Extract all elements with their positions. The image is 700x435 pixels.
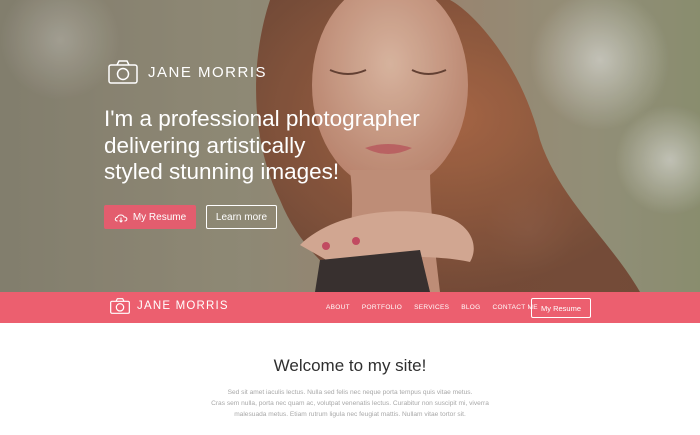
navigation-bar: JANE MORRIS ABOUT PORTFOLIO SERVICES BLO…: [0, 292, 700, 323]
nav-links: ABOUT PORTFOLIO SERVICES BLOG CONTACT ME: [326, 292, 550, 323]
learn-more-button[interactable]: Learn more: [206, 205, 277, 229]
camera-icon: [110, 298, 130, 314]
intro-paragraph: Sed sit amet iaculis lectus. Nulla sed f…: [190, 387, 510, 420]
welcome-title: Welcome to my site!: [273, 356, 427, 375]
headline-line: I'm a professional photographer: [104, 106, 420, 131]
hero-brand[interactable]: JANE MORRIS: [108, 60, 267, 84]
my-resume-label: My Resume: [132, 211, 187, 223]
nav-link-blog[interactable]: BLOG: [461, 304, 480, 311]
camera-icon: [108, 60, 138, 84]
headline-line: delivering artistically: [104, 132, 306, 158]
hero-headline: I'm a professional photographer deliveri…: [104, 106, 444, 186]
hero-brand-name: JANE MORRIS: [148, 63, 268, 81]
intro-line: Sed sit amet iaculis lectus. Nulla sed f…: [227, 389, 473, 396]
nav-link-services[interactable]: SERVICES: [414, 304, 449, 311]
headline-line: styled stunning images!: [104, 159, 340, 184]
nav-link-portfolio[interactable]: PORTFOLIO: [362, 304, 402, 311]
intro-line: malesuada metus. Etiam rutrum ligula nec…: [234, 411, 466, 418]
nav-brand[interactable]: JANE MORRIS: [110, 298, 229, 314]
my-resume-button[interactable]: My Resume: [104, 205, 196, 229]
cloud-download-icon: [114, 213, 128, 223]
intro-line: Cras sem nulla, porta nec quam ac, volut…: [211, 400, 489, 407]
nav-my-resume-button[interactable]: My Resume: [531, 298, 591, 318]
nav-link-about[interactable]: ABOUT: [326, 304, 350, 311]
hero-section: JANE MORRIS I'm a professional photograp…: [0, 0, 700, 292]
nav-brand-name: JANE MORRIS: [137, 300, 229, 312]
